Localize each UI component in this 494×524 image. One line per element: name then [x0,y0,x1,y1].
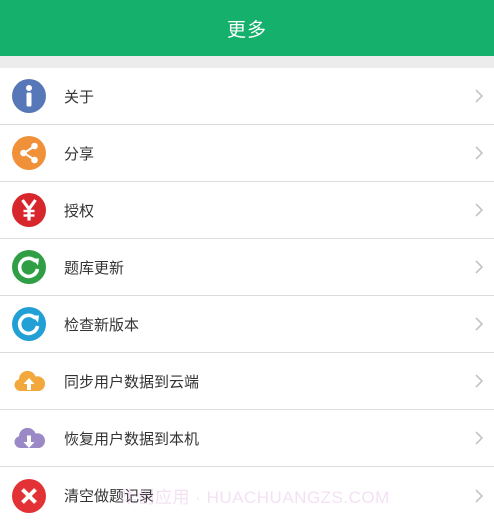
menu-item-sync-to-cloud[interactable]: 同步用户数据到云端 [0,353,494,410]
menu-item-about[interactable]: 关于 [0,68,494,125]
header-bar: 更多 [0,0,494,56]
cloud-upload-icon [11,363,47,399]
menu-item-clear-records[interactable]: 清空做题记录 [0,467,494,524]
menu-item-label: 授权 [64,201,95,220]
clear-icon [11,478,47,514]
chevron-right-icon [474,259,484,275]
info-icon [11,78,47,114]
chevron-right-icon [474,88,484,104]
menu-item-label: 检查新版本 [64,315,140,334]
menu-item-restore-to-device[interactable]: 恢复用户数据到本机 [0,410,494,467]
chevron-right-icon [474,145,484,161]
menu-list: 关于 分享 授权 题库更新 检查新版本 同步用户数据到云端 恢复用户数据到本机 … [0,68,494,524]
chevron-right-icon [474,430,484,446]
chevron-right-icon [474,373,484,389]
chevron-right-icon [474,316,484,332]
menu-item-check-version[interactable]: 检查新版本 [0,296,494,353]
chevron-right-icon [474,488,484,504]
menu-item-label: 同步用户数据到云端 [64,372,200,391]
menu-item-share[interactable]: 分享 [0,125,494,182]
menu-item-label: 关于 [64,87,95,106]
menu-item-label: 分享 [64,144,95,163]
menu-item-question-bank-update[interactable]: 题库更新 [0,239,494,296]
menu-item-authorize[interactable]: 授权 [0,182,494,239]
refresh-icon [11,306,47,342]
yen-icon [11,192,47,228]
refresh-icon [11,249,47,285]
cloud-download-icon [11,420,47,456]
chevron-right-icon [474,202,484,218]
menu-item-label: 题库更新 [64,258,125,277]
share-icon [11,135,47,171]
menu-item-label: 恢复用户数据到本机 [64,429,200,448]
menu-item-label: 清空做题记录 [64,487,155,505]
page-title: 更多 [226,18,267,41]
